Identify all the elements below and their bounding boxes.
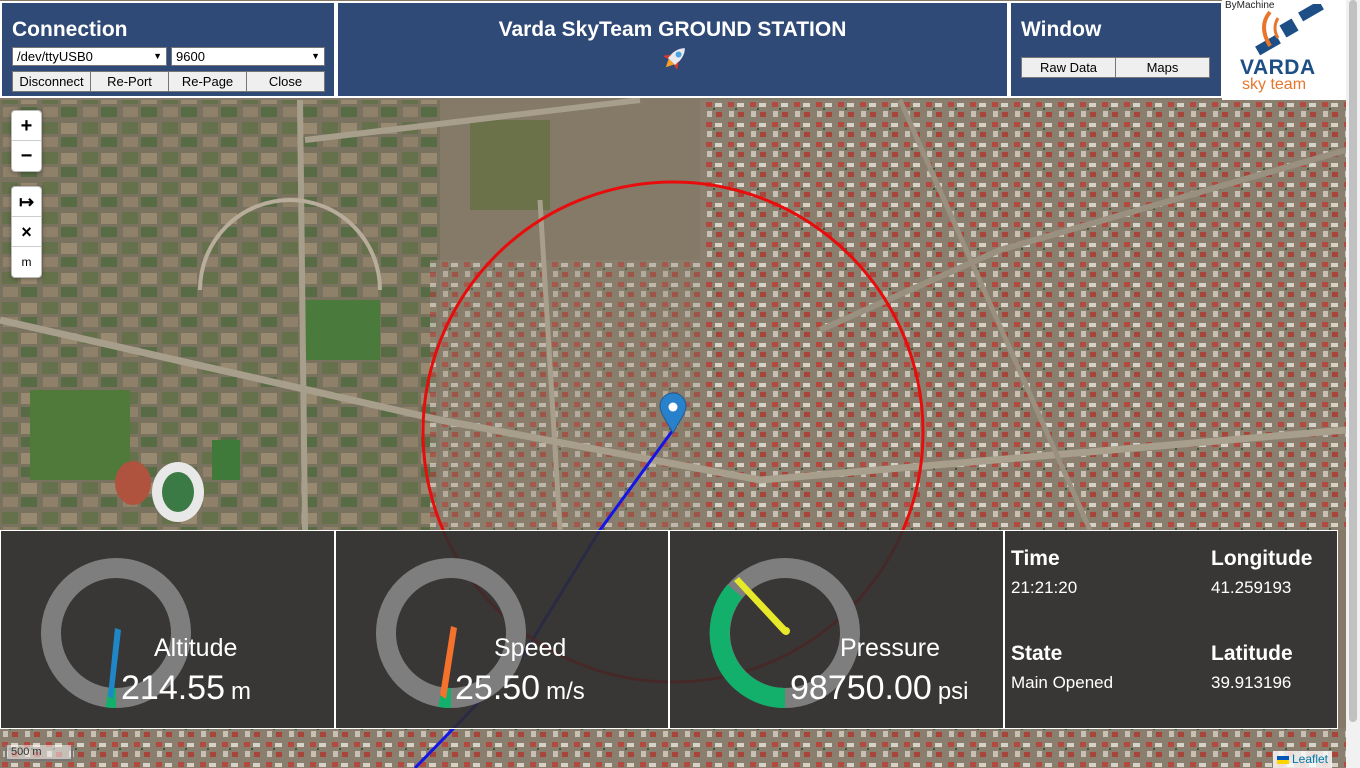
longitude-value: 41.259193 xyxy=(1211,578,1292,597)
altitude-gauge-card: Altitude 214.55 m xyxy=(0,530,335,729)
state-label: State xyxy=(1011,642,1063,665)
scrollbar-thumb[interactable] xyxy=(1349,0,1357,722)
altitude-unit: m xyxy=(231,678,251,705)
telemetry-info-card: Time 21:21:20 Longitude 41.259193 State … xyxy=(1004,530,1338,729)
measure-button[interactable]: m xyxy=(12,247,41,277)
logo-skyteam: sky team xyxy=(1242,76,1307,93)
latitude-value: 39.913196 xyxy=(1211,673,1292,692)
re-page-button[interactable]: Re-Page xyxy=(168,71,247,92)
altitude-value: 214.55 xyxy=(121,669,225,707)
close-button[interactable]: Close xyxy=(246,71,325,92)
maps-button[interactable]: Maps xyxy=(1115,57,1210,78)
title-panel: Varda SkyTeam GROUND STATION xyxy=(336,1,1009,98)
altitude-readout: 214.55 m xyxy=(121,669,251,708)
speed-readout: 25.50 m/s xyxy=(455,669,585,708)
zoom-control: + − xyxy=(11,110,42,172)
pressure-readout: 98750.00 psi xyxy=(790,669,969,708)
page-scrollbar[interactable] xyxy=(1346,0,1360,768)
re-port-button[interactable]: Re-Port xyxy=(90,71,169,92)
satellite-logo-icon xyxy=(1255,4,1324,56)
dropdown-arrow-icon: ▼ xyxy=(311,51,320,61)
varda-logo: ByMachine VARDA sky team xyxy=(1222,0,1346,100)
disconnect-button[interactable]: Disconnect xyxy=(12,71,91,92)
port-select[interactable]: /dev/ttyUSB0 ▼ xyxy=(12,47,167,66)
time-label: Time xyxy=(1011,547,1060,570)
ukraine-flag-icon xyxy=(1276,755,1289,764)
dropdown-arrow-icon: ▼ xyxy=(153,51,162,61)
map-attribution[interactable]: Leaflet xyxy=(1272,751,1332,768)
port-select-value: /dev/ttyUSB0 xyxy=(17,49,93,64)
speed-gauge-card: Speed 25.50 m/s xyxy=(335,530,669,729)
pressure-unit: psi xyxy=(937,678,969,705)
app-title: Varda SkyTeam GROUND STATION xyxy=(498,18,847,41)
rocket-icon xyxy=(662,48,685,71)
pressure-label: Pressure xyxy=(840,634,941,662)
pressure-gauge-card: Pressure 98750.00 psi xyxy=(669,530,1004,729)
raw-data-button[interactable]: Raw Data xyxy=(1021,57,1116,78)
baud-select-value: 9600 xyxy=(176,49,205,64)
pressure-value: 98750.00 xyxy=(790,669,932,707)
speed-unit: m/s xyxy=(546,678,585,705)
clear-drawing-button[interactable]: × xyxy=(12,217,41,247)
zoom-in-button[interactable]: + xyxy=(12,111,41,141)
draw-toolbar: ↦ × m xyxy=(11,186,42,278)
baud-select[interactable]: 9600 ▼ xyxy=(171,47,325,66)
draw-polyline-button[interactable]: ↦ xyxy=(12,187,41,217)
longitude-label: Longitude xyxy=(1211,547,1313,570)
map-scale-bar: 500 m xyxy=(5,745,73,761)
zoom-out-button[interactable]: − xyxy=(12,141,41,171)
time-value: 21:21:20 xyxy=(1011,578,1078,597)
window-title: Window xyxy=(1021,18,1102,41)
altitude-label: Altitude xyxy=(154,634,238,662)
pressure-needle xyxy=(734,577,788,634)
connection-panel: Connection /dev/ttyUSB0 ▼ 9600 ▼ Disconn… xyxy=(0,1,336,98)
window-panel: Window Raw Data Maps xyxy=(1009,1,1223,98)
connection-title: Connection xyxy=(12,18,128,41)
speed-value: 25.50 xyxy=(455,669,541,707)
state-value: Main Opened xyxy=(1011,673,1114,692)
attribution-link[interactable]: Leaflet xyxy=(1292,752,1328,766)
speed-label: Speed xyxy=(494,634,567,662)
latitude-label: Latitude xyxy=(1211,642,1293,665)
